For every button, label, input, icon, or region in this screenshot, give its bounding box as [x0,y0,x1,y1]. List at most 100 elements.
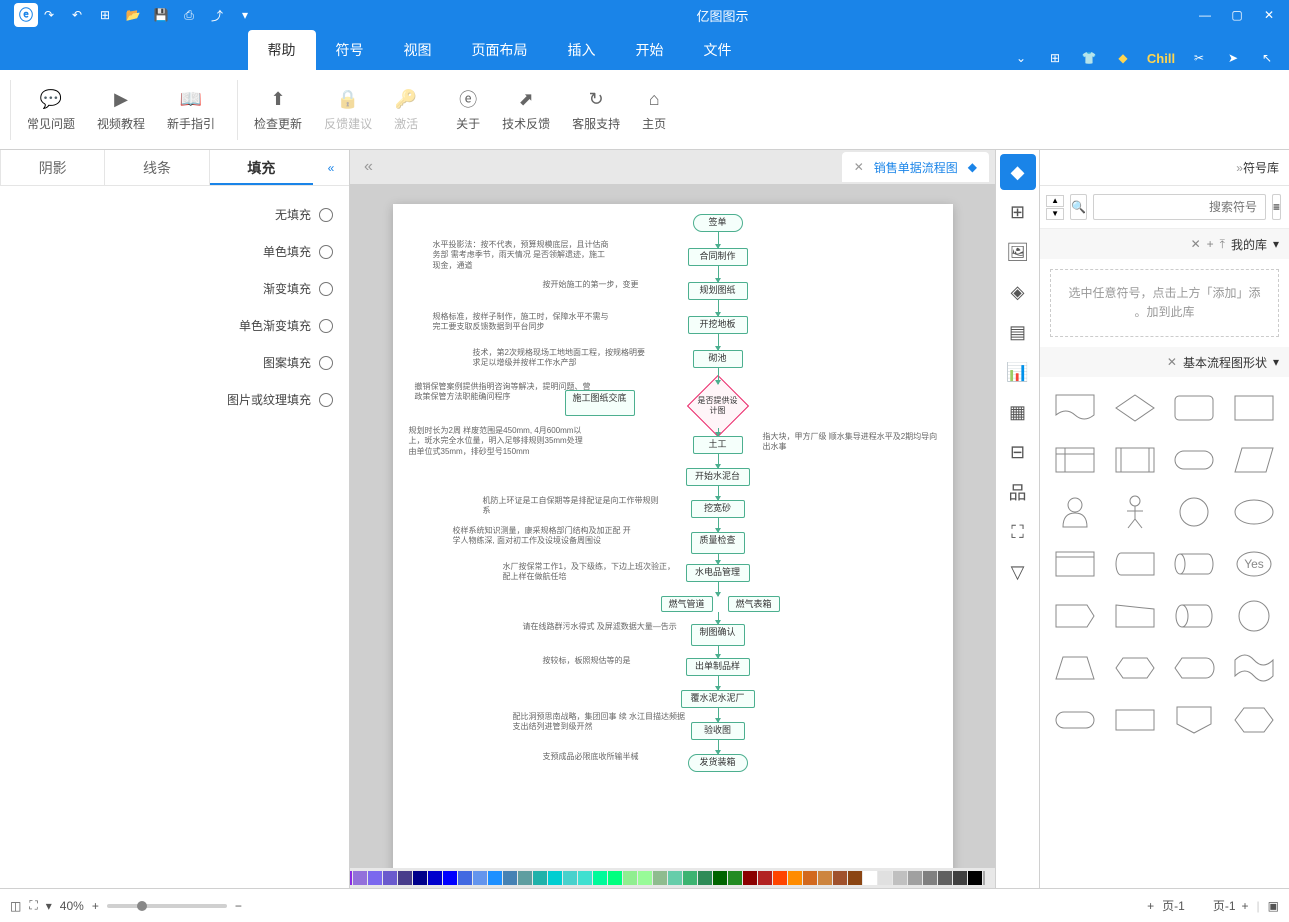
shape-cylinder-h[interactable] [1170,543,1220,585]
color-swatch[interactable] [503,871,517,885]
flow-node[interactable]: 开挖地板 [688,316,748,334]
shape-user[interactable] [1050,491,1100,533]
shape-terminator[interactable] [1170,439,1220,481]
tool-text[interactable]: ▤ [1000,314,1036,350]
color-swatch[interactable] [353,871,367,885]
color-swatch[interactable] [743,871,757,885]
color-swatch[interactable] [458,871,472,885]
shape-rect2[interactable] [1110,699,1160,741]
collapse-left-icon[interactable]: « [1236,161,1243,175]
print-icon[interactable]: ⎙ [178,4,200,26]
shape-wave[interactable] [1229,647,1279,689]
dropdown-icon[interactable]: ▾ [234,4,256,26]
color-swatch[interactable] [698,871,712,885]
shape-decision[interactable] [1110,387,1160,429]
flow-node[interactable]: 合同制作 [688,248,748,266]
tab-overflow-icon[interactable]: » [356,158,381,176]
tool-expand[interactable]: ⛶ [1000,514,1036,550]
shape-display[interactable] [1170,647,1220,689]
search-input[interactable] [1093,194,1266,220]
zoom-slider[interactable] [107,904,227,908]
shape-data[interactable] [1229,439,1279,481]
color-swatch[interactable] [893,871,907,885]
color-swatch[interactable] [548,871,562,885]
color-swatch[interactable] [563,871,577,885]
grid-icon[interactable]: ⊞ [1043,46,1067,70]
close-button[interactable]: ✕ [1253,2,1285,28]
color-swatch[interactable] [923,871,937,885]
page-prev[interactable]: + [1242,899,1249,913]
color-swatch[interactable] [803,871,817,885]
flow-node[interactable]: 燃气管道 [661,596,713,612]
flow-node[interactable]: 砌池 [693,350,743,368]
flow-node[interactable]: 发货装箱 [688,754,748,772]
mylib-close-icon[interactable]: ✕ [1191,237,1201,252]
menu-file[interactable]: 文件 [684,30,752,70]
fill-mono-gradient[interactable]: 单色渐变填充 [10,307,339,344]
fit-width-icon[interactable]: ◫ [10,899,21,913]
collapse-right-icon[interactable]: » [313,150,349,185]
shape-actor[interactable] [1110,491,1160,533]
shirt-icon[interactable]: 👕 [1077,46,1101,70]
color-swatch[interactable] [368,871,382,885]
shape-process[interactable] [1229,387,1279,429]
zoom-in[interactable]: + [92,899,99,913]
tool-fill[interactable]: ◆ [1000,154,1036,190]
color-swatch[interactable] [818,871,832,885]
undo-icon[interactable]: ↶ [66,4,88,26]
save-icon[interactable]: 💾 [150,4,172,26]
color-swatch[interactable] [383,871,397,885]
minimize-button[interactable]: — [1189,2,1221,28]
color-swatch[interactable] [863,871,877,885]
color-swatch[interactable] [518,871,532,885]
color-swatch[interactable] [683,871,697,885]
color-swatch[interactable] [938,871,952,885]
ribbon-support[interactable]: ↻客服支持 [564,83,628,136]
shape-internal[interactable] [1050,439,1100,481]
color-swatch[interactable] [638,871,652,885]
color-swatch[interactable] [533,871,547,885]
color-swatch[interactable] [668,871,682,885]
color-none[interactable] [983,871,985,885]
color-swatch[interactable] [488,871,502,885]
mylib-import-icon[interactable]: ⤒ [1220,237,1225,252]
shape-loop[interactable] [1110,647,1160,689]
menu-symbol[interactable]: 符号 [316,30,384,70]
flow-node[interactable]: 制图确认 [691,624,745,646]
shape-circle[interactable] [1170,491,1220,533]
search-down[interactable]: ▼ [1046,208,1064,220]
ribbon-activate[interactable]: 🔑激活 [386,83,426,136]
color-swatch[interactable] [623,871,637,885]
color-swatch[interactable] [953,871,967,885]
chill-label[interactable]: Chill [1149,46,1173,70]
search-mode-icon[interactable]: ≡ [1272,194,1281,220]
color-swatch[interactable] [398,871,412,885]
shape-offpage[interactable] [1170,699,1220,741]
flow-node[interactable]: 燃气表箱 [728,596,780,612]
color-swatch[interactable] [473,871,487,885]
tool-tree[interactable]: 品 [1000,474,1036,510]
flow-node[interactable]: 水电品管理 [686,564,750,582]
ribbon-feedback[interactable]: 🔒反馈建议 [316,83,380,136]
color-swatch[interactable] [608,871,622,885]
tool-image[interactable]: 🖼 [1000,234,1036,270]
color-swatch[interactable] [578,871,592,885]
fill-texture[interactable]: 图片或纹理填充 [10,381,339,418]
ribbon-update[interactable]: ⬆检查更新 [246,83,310,136]
zoom-dropdown-icon[interactable]: ▾ [46,899,52,913]
shape-stored[interactable] [1110,543,1160,585]
ribbon-home[interactable]: ⌂主页 [634,83,674,136]
flow-node[interactable]: 验收图 [691,722,745,740]
flow-node[interactable]: 规划图纸 [688,282,748,300]
tool-align[interactable]: ⊟ [1000,434,1036,470]
shape-tag[interactable] [1050,595,1100,637]
shape-hex[interactable] [1229,699,1279,741]
fill-gradient[interactable]: 渐变填充 [10,270,339,307]
ribbon-faq[interactable]: 💬常见问题 [19,83,83,136]
view-mode-icon[interactable]: ▣ [1268,899,1279,913]
color-swatch[interactable] [878,871,892,885]
search-button[interactable]: 🔍 [1070,194,1087,220]
flow-node[interactable]: 覆水泥水泥厂 [681,690,755,708]
tab-line[interactable]: 线条 [104,150,208,185]
color-swatch[interactable] [713,871,727,885]
